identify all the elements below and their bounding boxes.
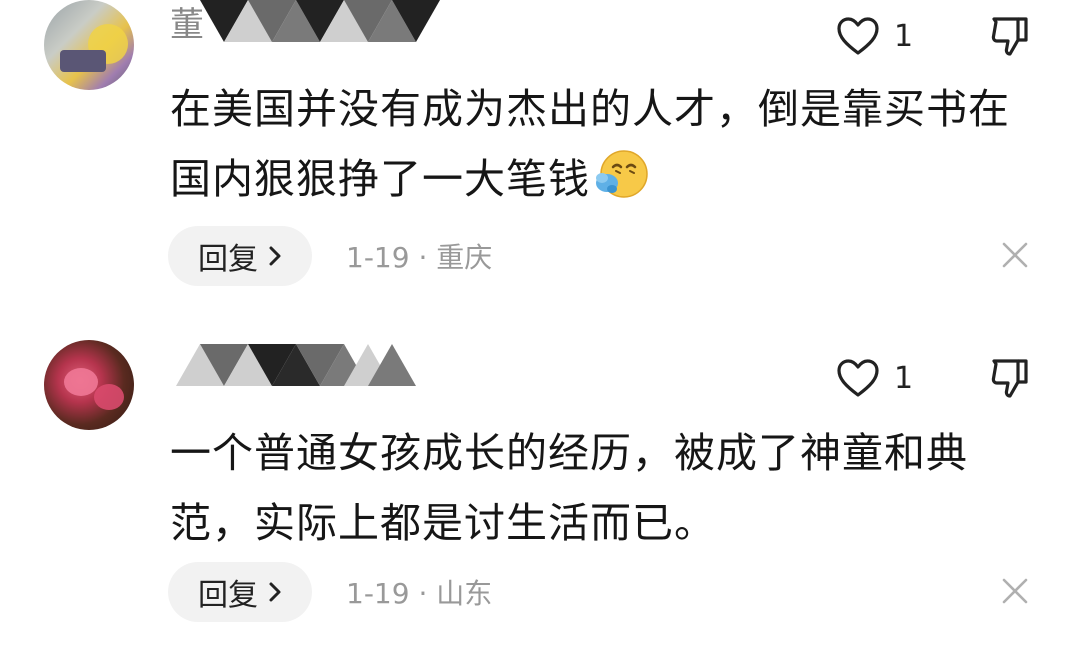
comment-meta: 1-19 · 重庆 <box>346 236 492 276</box>
close-x-icon[interactable] <box>1000 240 1030 270</box>
meta-separator: · <box>409 241 437 274</box>
username-mosaic <box>176 344 416 390</box>
avatar[interactable] <box>44 340 134 430</box>
close-x-icon[interactable] <box>1000 576 1030 606</box>
chevron-right-icon <box>269 246 281 266</box>
heart-outline-icon <box>837 359 879 397</box>
heart-outline-icon <box>837 17 879 55</box>
avatar-detail <box>94 384 124 410</box>
comment-text-content: 在美国并没有成为杰出的人才，倒是靠买书在国内狠狠挣了一大笔钱 <box>170 85 1010 203</box>
username-text: 董 <box>170 5 204 45</box>
comment-date: 1-19 <box>346 577 410 610</box>
face-with-steam-emoji <box>596 150 648 198</box>
comment-meta: 1-19 · 山东 <box>346 572 492 612</box>
avatar-detail <box>64 368 98 396</box>
like-button[interactable]: 1 <box>836 356 913 400</box>
comment-text: 在美国并没有成为杰出的人才，倒是靠买书在国内狠狠挣了一大笔钱 <box>170 74 1030 214</box>
avatar-detail <box>60 50 106 72</box>
like-count: 1 <box>894 360 914 396</box>
comment-date: 1-19 <box>346 241 410 274</box>
reply-label: 回复 <box>198 578 258 613</box>
chevron-right-icon <box>269 582 281 602</box>
meta-separator: · <box>409 577 437 610</box>
username-mosaic <box>200 0 440 46</box>
comment-footer: 回复 1-19 · 重庆 <box>168 226 492 286</box>
thumbs-down-outline-icon[interactable] <box>988 356 1032 400</box>
reply-button[interactable]: 回复 <box>168 226 312 286</box>
comment-location: 山东 <box>436 577 493 610</box>
reply-label: 回复 <box>198 242 258 277</box>
like-count: 1 <box>894 18 914 54</box>
like-button[interactable]: 1 <box>836 14 913 58</box>
comment-text: 一个普通女孩成长的经历，被成了神童和典范，实际上都是讨生活而已。 <box>170 418 1030 558</box>
comment-footer: 回复 1-19 · 山东 <box>168 562 492 622</box>
avatar[interactable] <box>44 0 134 90</box>
comment-location: 重庆 <box>436 241 493 274</box>
thumbs-down-outline-icon[interactable] <box>988 14 1032 58</box>
username[interactable]: 董 <box>170 2 204 48</box>
reply-button[interactable]: 回复 <box>168 562 312 622</box>
comment-text-content: 一个普通女孩成长的经历，被成了神童和典范，实际上都是讨生活而已。 <box>170 429 968 547</box>
